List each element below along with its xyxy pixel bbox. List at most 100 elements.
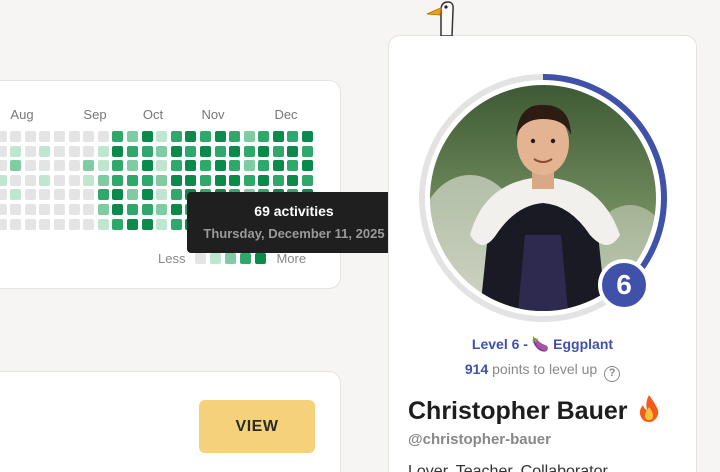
heatmap-cell[interactable] (199, 174, 211, 186)
heatmap-cell[interactable] (53, 189, 65, 201)
heatmap-cell[interactable] (141, 218, 153, 230)
heatmap-cell[interactable] (170, 189, 182, 201)
heatmap-cell[interactable] (112, 203, 124, 215)
heatmap-cell[interactable] (214, 131, 226, 142)
heatmap-cell[interactable] (170, 174, 182, 186)
heatmap-cell[interactable] (53, 160, 65, 172)
heatmap-cell[interactable] (156, 218, 168, 230)
heatmap-cell[interactable] (53, 174, 65, 186)
heatmap-cell[interactable] (112, 218, 124, 230)
heatmap-cell[interactable] (10, 203, 22, 215)
view-button[interactable]: VIEW (199, 400, 315, 453)
heatmap-cell[interactable] (112, 145, 124, 157)
heatmap-cell[interactable] (170, 203, 182, 215)
heatmap-cell[interactable] (97, 160, 109, 172)
heatmap-cell[interactable] (39, 189, 51, 201)
heatmap-cell[interactable] (156, 174, 168, 186)
help-circle-icon[interactable]: ? (604, 366, 621, 382)
heatmap-cell[interactable] (97, 174, 109, 186)
heatmap-cell[interactable] (97, 218, 109, 230)
heatmap-cell[interactable] (112, 131, 124, 142)
heatmap-cell[interactable] (258, 174, 270, 186)
heatmap-cell[interactable] (39, 203, 51, 215)
heatmap-cell[interactable] (141, 189, 153, 201)
heatmap-cell[interactable] (170, 160, 182, 172)
heatmap-cell[interactable] (97, 131, 109, 142)
heatmap-cell[interactable] (112, 160, 124, 172)
heatmap-cell[interactable] (24, 160, 36, 172)
heatmap-cell[interactable] (24, 218, 36, 230)
heatmap-cell[interactable] (68, 131, 80, 142)
heatmap-cell[interactable] (126, 131, 138, 142)
heatmap-cell[interactable] (0, 174, 7, 186)
heatmap-cell[interactable] (287, 160, 299, 172)
heatmap-cell[interactable] (170, 131, 182, 142)
heatmap-cell[interactable] (24, 174, 36, 186)
heatmap-cell[interactable] (126, 160, 138, 172)
heatmap-cell[interactable] (97, 145, 109, 157)
heatmap-cell[interactable] (53, 203, 65, 215)
heatmap-cell[interactable] (185, 174, 197, 186)
heatmap-cell[interactable] (185, 160, 197, 172)
heatmap-cell[interactable] (302, 174, 314, 186)
heatmap-cell[interactable] (53, 145, 65, 157)
heatmap-cell[interactable] (126, 174, 138, 186)
heatmap-cell[interactable] (214, 160, 226, 172)
heatmap-cell[interactable] (156, 160, 168, 172)
heatmap-cell[interactable] (10, 218, 22, 230)
heatmap-cell[interactable] (83, 174, 95, 186)
heatmap-cell[interactable] (53, 218, 65, 230)
heatmap-cell[interactable] (10, 189, 22, 201)
heatmap-cell[interactable] (287, 145, 299, 157)
heatmap-cell[interactable] (199, 145, 211, 157)
heatmap-cell[interactable] (68, 174, 80, 186)
heatmap-cell[interactable] (141, 174, 153, 186)
heatmap-cell[interactable] (141, 131, 153, 142)
heatmap-cell[interactable] (272, 145, 284, 157)
heatmap-cell[interactable] (287, 131, 299, 142)
heatmap-cell[interactable] (185, 145, 197, 157)
heatmap-cell[interactable] (0, 189, 7, 201)
heatmap-cell[interactable] (68, 203, 80, 215)
heatmap-cell[interactable] (302, 160, 314, 172)
heatmap-cell[interactable] (243, 174, 255, 186)
heatmap-cell[interactable] (229, 174, 241, 186)
heatmap-cell[interactable] (141, 145, 153, 157)
heatmap-cell[interactable] (112, 189, 124, 201)
heatmap-cell[interactable] (39, 160, 51, 172)
heatmap-cell[interactable] (229, 145, 241, 157)
heatmap-cell[interactable] (258, 145, 270, 157)
heatmap-cell[interactable] (126, 145, 138, 157)
heatmap-cell[interactable] (24, 203, 36, 215)
heatmap-cell[interactable] (214, 174, 226, 186)
heatmap-cell[interactable] (156, 145, 168, 157)
heatmap-cell[interactable] (10, 145, 22, 157)
heatmap-cell[interactable] (258, 160, 270, 172)
heatmap-cell[interactable] (97, 189, 109, 201)
heatmap-cell[interactable] (0, 218, 7, 230)
heatmap-cell[interactable] (10, 131, 22, 142)
heatmap-cell[interactable] (126, 189, 138, 201)
heatmap-cell[interactable] (0, 131, 7, 142)
heatmap-cell[interactable] (141, 160, 153, 172)
heatmap-cell[interactable] (83, 218, 95, 230)
heatmap-cell[interactable] (229, 160, 241, 172)
heatmap-cell[interactable] (243, 160, 255, 172)
heatmap-cell[interactable] (68, 160, 80, 172)
heatmap-cell[interactable] (24, 145, 36, 157)
heatmap-cell[interactable] (10, 174, 22, 186)
heatmap-cell[interactable] (229, 131, 241, 142)
heatmap-cell[interactable] (141, 203, 153, 215)
heatmap-cell[interactable] (112, 174, 124, 186)
heatmap-cell[interactable] (83, 160, 95, 172)
heatmap-cell[interactable] (272, 131, 284, 142)
heatmap-cell[interactable] (97, 203, 109, 215)
heatmap-cell[interactable] (243, 145, 255, 157)
heatmap-cell[interactable] (199, 131, 211, 142)
heatmap-cell[interactable] (83, 131, 95, 142)
heatmap-cell[interactable] (10, 160, 22, 172)
heatmap-cell[interactable] (199, 160, 211, 172)
heatmap-cell[interactable] (39, 218, 51, 230)
heatmap-cell[interactable] (24, 189, 36, 201)
heatmap-cell[interactable] (0, 160, 7, 172)
